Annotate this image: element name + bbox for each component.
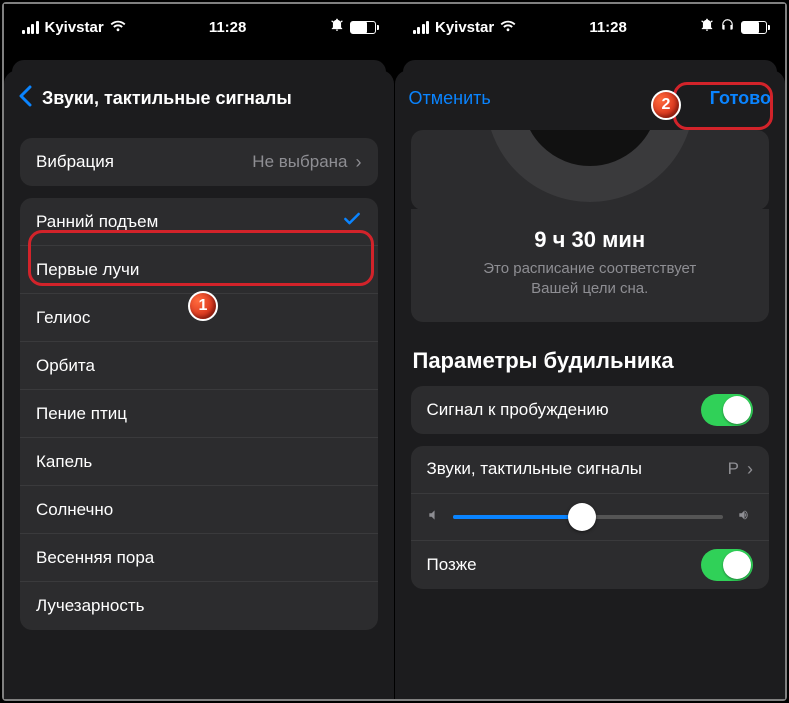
wake-alarm-switch[interactable] [701,394,753,426]
step-badge-2: 2 [651,90,681,120]
sound-option-label: Капель [36,452,92,472]
checkmark-icon [342,209,362,235]
cancel-button[interactable]: Отменить [409,88,491,109]
volume-slider[interactable] [453,515,724,519]
sound-list: Ранний подъем Первые лучи Гелиос Орбита Пени… [20,198,378,630]
vibration-value: Не выбрана [252,152,347,172]
sound-option[interactable]: Капель [20,438,378,486]
sound-option[interactable]: Лучезарность [20,582,378,630]
sound-option-label: Лучезарность [36,596,144,616]
sound-option-label: Солнечно [36,500,113,520]
sleep-dial[interactable]: 12 [411,130,770,210]
status-bar: Kyivstar 11:28 [395,4,786,50]
snooze-switch[interactable] [701,549,753,581]
wake-alarm-label: Сигнал к пробуждению [427,400,609,420]
vibration-row[interactable]: Вибрация Не выбрана › [20,138,378,186]
alarm-icon [330,18,344,36]
sound-option[interactable]: Ранний подъем [20,198,378,246]
alarm-icon [700,18,714,36]
sound-option-label: Орбита [36,356,95,376]
sleep-duration: 9 ч 30 мин [427,227,754,253]
wifi-icon [110,19,126,35]
volume-low-icon [427,508,441,526]
sound-option[interactable]: Солнечно [20,486,378,534]
status-bar: Kyivstar 11:28 [4,4,394,50]
page-title: Звуки, тактильные сигналы [42,88,292,109]
sound-option[interactable]: Пение птиц [20,390,378,438]
sounds-haptics-row[interactable]: Звуки, тактильные сигналы Р › [411,446,770,494]
wake-alarm-row[interactable]: Сигнал к пробуждению [411,386,770,434]
sound-option-label: Пение птиц [36,404,127,424]
carrier-label: Kyivstar [435,19,494,36]
carrier-label: Kyivstar [45,19,104,36]
sound-option-label: Первые лучи [36,260,139,280]
sound-option-label: Гелиос [36,308,90,328]
clock-label: 11:28 [589,19,627,36]
chevron-right-icon: › [747,459,753,480]
sound-option[interactable]: Орбита [20,342,378,390]
sounds-haptics-label: Звуки, тактильные сигналы [427,459,643,479]
sound-option-label: Ранний подъем [36,212,158,232]
sound-option[interactable]: Первые лучи [20,246,378,294]
nav-bar: Звуки, тактильные сигналы [4,70,394,126]
wifi-icon [500,19,516,35]
vibration-label: Вибрация [36,152,114,172]
headphones-icon [720,18,735,36]
done-button[interactable]: Готово [710,88,771,109]
battery-icon [350,21,376,34]
chevron-right-icon: › [356,152,362,173]
sleep-summary: 9 ч 30 мин Это расписание соответствует … [411,209,770,322]
back-button[interactable] [18,84,32,112]
sounds-haptics-value: Р [728,459,739,479]
sound-option[interactable]: Весенняя пора [20,534,378,582]
snooze-row[interactable]: Позже [411,541,770,589]
clock-label: 11:28 [209,19,247,36]
sleep-subtitle: Это расписание соответствует Вашей цели … [427,259,754,300]
signal-icon [413,21,430,34]
signal-icon [22,21,39,34]
alarm-options-header: Параметры будильника [413,348,768,374]
sound-option-label: Весенняя пора [36,548,154,568]
battery-icon [741,21,767,34]
snooze-label: Позже [427,555,477,575]
step-badge-1: 1 [188,291,218,321]
nav-bar: Отменить Готово [395,70,786,126]
volume-high-icon [735,508,753,526]
volume-row [411,494,770,541]
